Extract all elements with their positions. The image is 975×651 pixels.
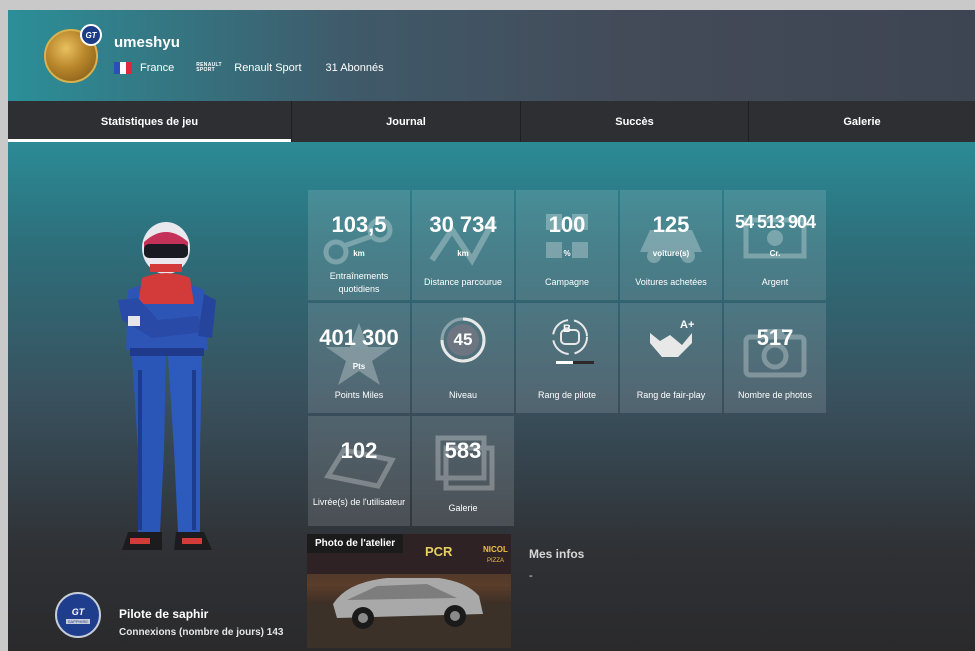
renault-sport-logo: RENAULT SPORT bbox=[196, 62, 222, 73]
stat-tile-campaign[interactable]: 100 % Campagne bbox=[516, 190, 618, 300]
stat-tile-level[interactable]: 45 Niveau bbox=[412, 303, 514, 413]
stat-value: 102 bbox=[340, 438, 378, 463]
stat-value: 100 bbox=[548, 212, 586, 237]
rank-title: Pilote de saphir bbox=[119, 607, 209, 621]
stat-tile-photos[interactable]: 517 Nombre de photos bbox=[724, 303, 826, 413]
france-flag-icon bbox=[114, 62, 132, 74]
stat-unit: voiture(s) bbox=[652, 249, 690, 258]
profile-header: GT umeshyu France RENAULT SPORT Renault … bbox=[8, 10, 975, 101]
stat-value: 103,5 bbox=[331, 212, 387, 237]
my-info-text: - bbox=[529, 570, 533, 582]
stat-label: Nombre de photos bbox=[737, 390, 813, 400]
livery-icon bbox=[323, 447, 396, 489]
stat-value: 517 bbox=[756, 325, 794, 350]
stat-label: Galerie bbox=[448, 503, 478, 513]
login-days: Connexions (nombre de jours) 143 bbox=[119, 627, 284, 638]
country-label: France bbox=[140, 62, 175, 74]
rank-badge-gt: GT bbox=[71, 606, 85, 617]
manufacturer-label: Renault Sport bbox=[234, 62, 302, 74]
stat-label: Rang de fair-play bbox=[636, 390, 706, 400]
stat-tile-distance[interactable]: 30 734 km Distance parcourue bbox=[412, 190, 514, 300]
stat-unit: Cr. bbox=[769, 249, 781, 258]
rank-progress-bar bbox=[556, 361, 594, 364]
stats-panel: 103,5 km Entraînements quotidiens 30 734… bbox=[8, 142, 975, 651]
stat-value: 54 513 904 bbox=[734, 212, 816, 232]
sapphire-rank-badge-icon: GT SAPPHIRE bbox=[55, 592, 101, 638]
tab-gallery[interactable]: Galerie bbox=[749, 101, 975, 142]
stat-tile-money[interactable]: 54 513 904 Cr. Argent bbox=[724, 190, 826, 300]
svg-text:PCR: PCR bbox=[425, 544, 453, 559]
stat-label: Rang de pilote bbox=[537, 390, 597, 400]
stat-tile-fair-play[interactable]: A+ Rang de fair-play bbox=[620, 303, 722, 413]
stat-tile-daily-training[interactable]: 103,5 km Entraînements quotidiens bbox=[308, 190, 410, 300]
stat-label: Livrée(s) de l'utilisateur bbox=[312, 497, 406, 507]
workshop-photo[interactable]: PCR NICOL PIZZA Photo de l'atelier bbox=[307, 534, 511, 648]
stat-label: Voitures achetées bbox=[635, 277, 707, 287]
tab-bar: Statistiques de jeu Journal Succès Galer… bbox=[8, 101, 975, 142]
stat-unit: km bbox=[457, 249, 469, 258]
stat-label: Points Miles bbox=[334, 390, 384, 400]
stat-tile-gallery[interactable]: 583 Galerie bbox=[412, 416, 514, 526]
stat-value: 125 bbox=[652, 212, 690, 237]
workshop-photo-label: Photo de l'atelier bbox=[307, 534, 404, 553]
stat-unit: Pts bbox=[352, 362, 366, 371]
stat-value: 583 bbox=[444, 438, 482, 463]
stat-value: 45 bbox=[453, 330, 473, 349]
tab-achievements[interactable]: Succès bbox=[521, 101, 749, 142]
stat-label: Campagne bbox=[544, 277, 590, 287]
stat-label: Distance parcourue bbox=[423, 277, 503, 287]
stat-tile-miles-points[interactable]: 401 300 Pts Points Miles bbox=[308, 303, 410, 413]
stat-label: Argent bbox=[761, 277, 789, 287]
stat-tile-cars-bought[interactable]: 125 voiture(s) Voitures achetées bbox=[620, 190, 722, 300]
fair-play-grade: A+ bbox=[680, 319, 695, 331]
followers-count[interactable]: 31 Abonnés bbox=[326, 62, 384, 74]
svg-text:PIZZA: PIZZA bbox=[487, 558, 504, 564]
my-info-title: Mes infos bbox=[529, 547, 585, 561]
driver-avatar-figure bbox=[118, 222, 216, 550]
stat-tile-liveries[interactable]: 102 Livrée(s) de l'utilisateur bbox=[308, 416, 410, 526]
stat-tile-driver-rank[interactable]: B Rang de pilote bbox=[516, 303, 618, 413]
tab-game-stats[interactable]: Statistiques de jeu bbox=[8, 101, 292, 142]
stat-unit: % bbox=[563, 249, 571, 258]
stat-value: 401 300 bbox=[319, 325, 399, 350]
tab-journal[interactable]: Journal bbox=[292, 101, 521, 142]
username: umeshyu bbox=[114, 34, 180, 51]
stat-label: Entraînements quotidiens bbox=[329, 271, 389, 294]
stat-label: Niveau bbox=[448, 390, 477, 400]
profile-page: GT umeshyu France RENAULT SPORT Renault … bbox=[8, 10, 975, 651]
profile-meta: France RENAULT SPORT Renault Sport 31 Ab… bbox=[114, 62, 384, 74]
stat-value: B bbox=[563, 323, 571, 335]
stat-unit: km bbox=[353, 249, 365, 258]
gt-badge-icon: GT bbox=[80, 24, 102, 46]
rank-badge-caption: SAPPHIRE bbox=[65, 618, 91, 624]
stat-value: 30 734 bbox=[429, 212, 497, 237]
svg-text:NICOL: NICOL bbox=[483, 545, 508, 554]
